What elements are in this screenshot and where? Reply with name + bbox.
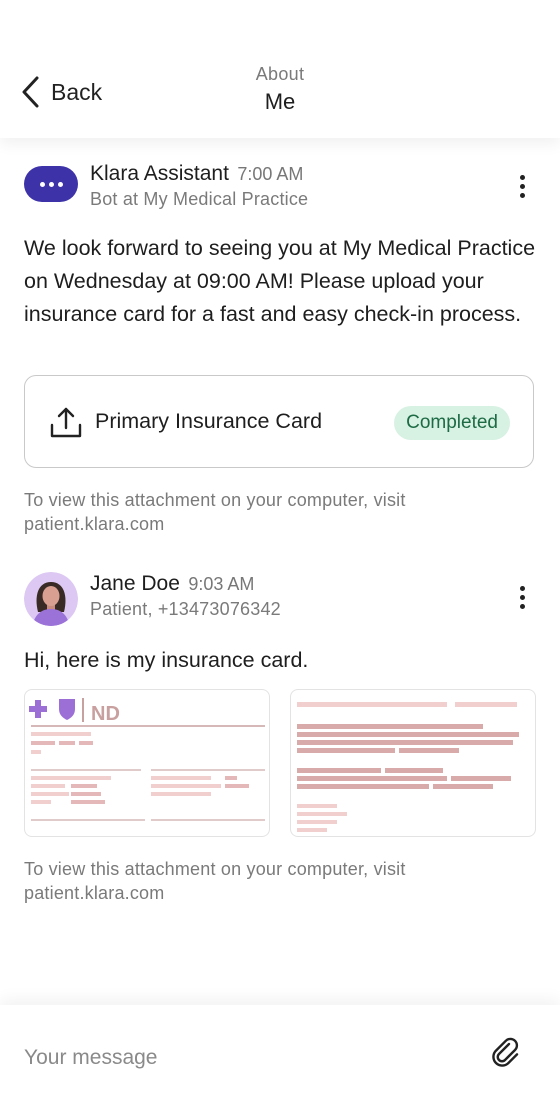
- dot-icon: [57, 181, 63, 187]
- message-text: We look forward to seeing you at My Medi…: [24, 236, 536, 326]
- sender-subtitle: Bot at My Medical Practice: [90, 189, 309, 209]
- dot-icon: [39, 181, 45, 187]
- upload-icon: [50, 407, 82, 437]
- top-bar: Back About Me: [0, 0, 560, 138]
- dot-icon: [48, 181, 54, 187]
- insurance-card-back-thumbnail[interactable]: [290, 689, 536, 837]
- attachment-card[interactable]: Primary Insurance Card Completed: [24, 375, 534, 468]
- sender-name: Jane Doe: [90, 572, 180, 595]
- card-back-illustration: [297, 702, 519, 832]
- message-composer: [0, 1005, 560, 1120]
- message-time: 7:00 AM: [237, 164, 304, 184]
- page-title: Me: [264, 89, 296, 114]
- message-header: Jane Doe 9:03 AM Patient, +13473076342: [24, 572, 281, 626]
- sender-subtitle: Patient, +13473076342: [90, 599, 281, 619]
- message-time: 9:03 AM: [188, 574, 255, 594]
- more-options-icon[interactable]: [518, 586, 526, 609]
- about-label: About: [255, 64, 305, 84]
- paperclip-icon[interactable]: [490, 1037, 522, 1069]
- attachment-hint: To view this attachment on your computer…: [24, 859, 406, 903]
- avatar: [24, 572, 78, 626]
- message-input[interactable]: [24, 1040, 464, 1076]
- card-logo-text: ND: [91, 703, 120, 725]
- message-header: Klara Assistant 7:00 AM Bot at My Medica…: [24, 162, 308, 210]
- insurance-card-front-thumbnail[interactable]: ND: [24, 689, 270, 837]
- more-options-icon[interactable]: [518, 175, 526, 198]
- status-badge: Completed: [394, 406, 510, 440]
- card-front-illustration: ND: [29, 698, 265, 821]
- bot-avatar: [24, 166, 78, 202]
- sender-name: Klara Assistant: [90, 162, 229, 185]
- conversation-title[interactable]: About Me: [0, 64, 560, 115]
- attachment-label: Primary Insurance Card: [95, 409, 323, 433]
- attachment-hint: To view this attachment on your computer…: [24, 490, 406, 534]
- message-text: Hi, here is my insurance card.: [24, 648, 309, 672]
